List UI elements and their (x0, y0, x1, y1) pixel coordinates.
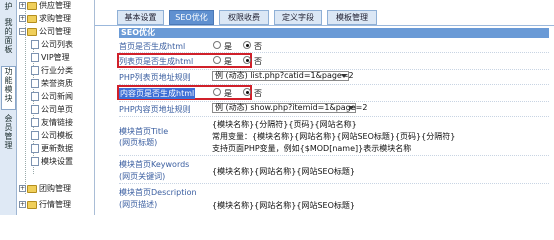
page-icon (31, 144, 39, 153)
vtab-my-panel-label: 我的面板 (4, 18, 13, 54)
list-html-no-radio[interactable] (243, 56, 251, 64)
content-html-label: 内容页是否生成html (119, 88, 196, 99)
vtab-member-management-label: 会员管理 (4, 114, 13, 150)
page-icon (31, 79, 39, 88)
list-url-rule-value: 例 (动态) list.php?catid=1&page=2 (215, 71, 354, 80)
collapse-icon[interactable]: − (19, 28, 26, 35)
home-html-no-label: 否 (254, 42, 262, 51)
title-label: 模块首页Title (119, 127, 169, 136)
description-template-value[interactable]: {模块名称}{网站名称}{网站SEO标题} (212, 200, 355, 211)
tab-permissions[interactable]: 权限收费 (219, 10, 269, 25)
seo-settings-panel: SEO优化 首页是否生成html 是 否 列表页是否生成html 是 否 PHP… (95, 25, 554, 215)
tree-item-company-list[interactable]: 公司列表 (31, 39, 73, 51)
tab-basic-settings[interactable]: 基本设置 (117, 10, 164, 25)
home-html-label: 首页是否生成html (119, 42, 186, 51)
content-url-rule-label: PHP内容页地址规则 (119, 105, 191, 114)
content-html-no-label: 否 (254, 89, 262, 98)
folder-icon (27, 200, 37, 209)
page-icon (31, 53, 39, 62)
list-html-yes-radio[interactable] (213, 56, 221, 64)
home-html-no-radio[interactable] (243, 41, 251, 49)
keywords-template-value[interactable]: {模块名称}{网站名称}{网站SEO标题} (212, 166, 355, 177)
expand-icon[interactable]: + (19, 201, 26, 208)
vtab-member-management[interactable]: 会员管理 (1, 114, 16, 158)
expand-icon[interactable]: + (19, 15, 26, 22)
tree-item-single-page[interactable]: 公司单页 (31, 104, 73, 116)
list-url-rule-select[interactable]: 例 (动态) list.php?catid=1&page=2 (212, 71, 354, 81)
section-header: SEO优化 (119, 28, 549, 38)
tree-group-supply[interactable]: + 供应管理 (19, 0, 71, 12)
page-icon (31, 118, 39, 127)
tree-group-market[interactable]: + 行情管理 (19, 199, 71, 211)
chevron-down-icon (348, 106, 354, 110)
folder-icon (27, 1, 37, 10)
left-vertical-tab-strip: 护 我的面板 功能模块 会员管理 (0, 0, 17, 215)
vtab-function-modules-label: 功能模块 (4, 67, 13, 103)
home-html-yes-label: 是 (224, 42, 232, 51)
page-icon (31, 105, 39, 114)
list-html-no-label: 否 (254, 57, 262, 66)
tree-item-friend-links[interactable]: 友情链接 (31, 117, 73, 129)
tab-template-management[interactable]: 模板管理 (327, 10, 377, 25)
page-icon (31, 40, 39, 49)
list-html-yes-label: 是 (224, 57, 232, 66)
tree-group-group-buy[interactable]: + 团购管理 (19, 183, 71, 195)
description-sublabel: (网页描述) (119, 200, 158, 209)
content-html-no-radio[interactable] (243, 88, 251, 96)
list-html-label: 列表页是否生成html (119, 57, 194, 66)
page-icon (31, 92, 39, 101)
folder-icon (27, 184, 37, 193)
home-html-yes-radio[interactable] (213, 41, 221, 49)
module-tree: + 供应管理 + 求购管理 − 公司管理 公司列表 VIP管理 行业分类 荣誉资质 公… (17, 0, 95, 215)
chevron-down-icon (341, 74, 347, 78)
description-label: 模块首页Description (119, 188, 197, 197)
tree-item-vip[interactable]: VIP管理 (31, 52, 70, 64)
tree-group-company[interactable]: − 公司管理 (19, 26, 71, 38)
title-common-vars: 常用变量：{模块名称}{网站名称}{网站SEO标题}{页码}{分隔符} (212, 132, 456, 141)
content-html-yes-label: 是 (224, 89, 232, 98)
content-url-rule-value: 例 (动态) show.php?itemid=1&page=2 (215, 103, 368, 112)
vtab-function-modules[interactable]: 功能模块 (1, 66, 16, 110)
folder-icon (27, 14, 37, 23)
folder-open-icon (27, 27, 37, 36)
tab-custom-fields[interactable]: 定义字段 (274, 10, 322, 25)
title-sublabel: (网页标题) (119, 138, 158, 147)
list-url-rule-label: PHP列表页地址规则 (119, 73, 191, 82)
keywords-sublabel: (网页关键词) (119, 172, 166, 181)
content-html-yes-radio[interactable] (213, 88, 221, 96)
vtab-top[interactable]: 护 (1, 2, 16, 14)
keywords-label: 模块首页Keywords (119, 160, 190, 169)
page-icon (31, 131, 39, 140)
vtab-my-panel[interactable]: 我的面板 (1, 18, 16, 62)
expand-icon[interactable]: + (19, 2, 26, 9)
title-php-vars-hint: 支持页面PHP变量，例如{$MOD[name]}表示模块名称 (212, 144, 412, 153)
tree-item-honors[interactable]: 荣誉资质 (31, 78, 73, 90)
tree-item-module-settings[interactable]: 模块设置 (31, 156, 73, 168)
tree-group-purchase[interactable]: + 求购管理 (19, 13, 71, 25)
tree-item-industry[interactable]: 行业分类 (31, 65, 73, 77)
tree-item-news[interactable]: 公司新闻 (31, 91, 73, 103)
page-icon (31, 66, 39, 75)
title-template-value[interactable]: {模块名称}{分隔符}{页码}{网站名称} (212, 119, 357, 130)
tree-item-update-data[interactable]: 更新数据 (31, 143, 73, 155)
tree-item-templates[interactable]: 公司模板 (31, 130, 73, 142)
page-icon (31, 157, 39, 166)
tab-seo[interactable]: SEO优化 (169, 10, 214, 25)
content-url-rule-select[interactable]: 例 (动态) show.php?itemid=1&page=2 (212, 103, 367, 113)
expand-icon[interactable]: + (19, 185, 26, 192)
